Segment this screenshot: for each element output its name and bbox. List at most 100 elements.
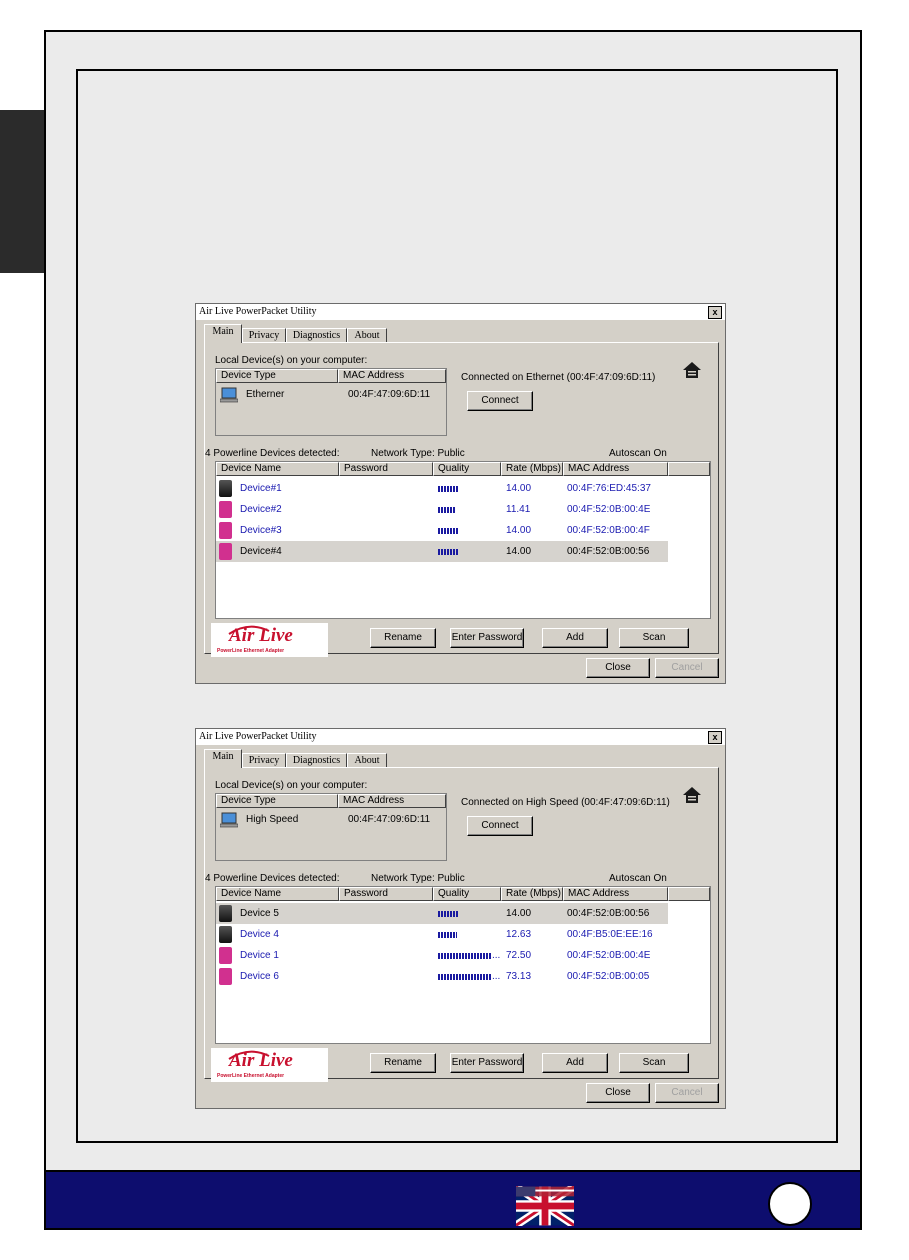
window-close-button[interactable]: x bbox=[708, 731, 722, 744]
column-mac-address[interactable]: MAC Address bbox=[563, 887, 668, 901]
add-button[interactable]: Add bbox=[542, 1053, 608, 1073]
device-row[interactable]: Device 6... 73.13 00:4F:52:0B:00:05 bbox=[216, 966, 668, 987]
enter-password-button[interactable]: Enter Password bbox=[450, 1053, 524, 1073]
pink-adapter-icon bbox=[219, 968, 232, 985]
black-adapter-icon bbox=[219, 480, 232, 497]
cancel-button[interactable]: Cancel bbox=[655, 1083, 719, 1103]
local-device-mac: 00:4F:47:09:6D:11 bbox=[348, 389, 431, 400]
column-device-type[interactable]: Device Type bbox=[216, 794, 338, 808]
black-adapter-icon bbox=[219, 926, 232, 943]
logo-brand: Air Live bbox=[229, 625, 293, 646]
column-filler bbox=[668, 462, 710, 476]
pink-adapter-icon bbox=[219, 522, 232, 539]
column-device-name[interactable]: Device Name bbox=[216, 462, 339, 476]
quality-overflow: ... bbox=[492, 950, 501, 961]
column-quality[interactable]: Quality bbox=[433, 462, 501, 476]
device-mac: 00:4F:52:0B:00:4F bbox=[567, 525, 650, 536]
quality-bar bbox=[438, 911, 458, 917]
devices-detected-label: 4 Powerline Devices detected: bbox=[205, 448, 340, 459]
cancel-button[interactable]: Cancel bbox=[655, 658, 719, 678]
device-rate: 72.50 bbox=[506, 950, 532, 961]
device-row[interactable]: Device#4 14.00 00:4F:52:0B:00:56 bbox=[216, 541, 668, 562]
rename-button[interactable]: Rename bbox=[370, 628, 436, 648]
column-filler bbox=[668, 887, 710, 901]
column-rate-mbps[interactable]: Rate (Mbps) bbox=[501, 887, 563, 901]
enter-password-button[interactable]: Enter Password bbox=[450, 628, 524, 648]
devices-detected-label: 4 Powerline Devices detected: bbox=[205, 873, 340, 884]
device-mac: 00:4F:52:0B:00:4E bbox=[567, 504, 651, 515]
close-button[interactable]: Close bbox=[586, 658, 650, 678]
logo-brand: Air Live bbox=[229, 1050, 293, 1071]
column-device-type[interactable]: Device Type bbox=[216, 369, 338, 383]
tab-privacy[interactable]: Privacy bbox=[242, 753, 286, 767]
quality-bar bbox=[438, 507, 455, 513]
tab-about[interactable]: About bbox=[347, 328, 387, 342]
local-devices-label: Local Device(s) on your computer: bbox=[215, 355, 368, 366]
tab-privacy[interactable]: Privacy bbox=[242, 328, 286, 342]
device-rate: 14.00 bbox=[506, 908, 532, 919]
powerline-device-list[interactable]: Device Name Password Quality Rate (Mbps) MAC… bbox=[215, 886, 711, 1044]
device-name: Device 5 bbox=[240, 908, 279, 919]
device-name: Device#3 bbox=[240, 525, 282, 536]
add-button[interactable]: Add bbox=[542, 628, 608, 648]
powerline-device-list[interactable]: Device Name Password Quality Rate (Mbps) MAC… bbox=[215, 461, 711, 619]
column-password[interactable]: Password bbox=[339, 462, 433, 476]
local-device-list[interactable]: Device Type MAC Address Etherner 00:4F:47:… bbox=[215, 368, 447, 436]
local-device-mac: 00:4F:47:09:6D:11 bbox=[348, 814, 431, 825]
logo-tagline: PowerLine Ethernet Adapter bbox=[217, 648, 285, 654]
column-rate-mbps[interactable]: Rate (Mbps) bbox=[501, 462, 563, 476]
quality-bar bbox=[438, 974, 491, 980]
home-network-icon bbox=[683, 787, 701, 803]
device-row[interactable]: Device#3 14.00 00:4F:52:0B:00:4F bbox=[216, 520, 668, 541]
uk-flag-icon bbox=[516, 1186, 574, 1226]
device-rate: 14.00 bbox=[506, 483, 532, 494]
tab-diagnostics[interactable]: Diagnostics bbox=[286, 328, 347, 342]
column-mac-address[interactable]: MAC Address bbox=[563, 462, 668, 476]
quality-bar bbox=[438, 953, 491, 959]
window-title: Air Live PowerPacket Utility bbox=[196, 729, 725, 745]
device-name: Device#4 bbox=[240, 546, 282, 557]
airlive-logo: Air Live PowerLine Ethernet Adapter bbox=[211, 1048, 328, 1082]
device-mac: 00:4F:52:0B:00:05 bbox=[567, 971, 650, 982]
network-type: Network Type: Public bbox=[371, 448, 465, 459]
device-rate: 14.00 bbox=[506, 546, 532, 557]
rename-button[interactable]: Rename bbox=[370, 1053, 436, 1073]
column-mac-address[interactable]: MAC Address bbox=[338, 794, 446, 808]
column-device-name[interactable]: Device Name bbox=[216, 887, 339, 901]
scan-button[interactable]: Scan bbox=[619, 628, 689, 648]
tab-main[interactable]: Main bbox=[204, 749, 242, 768]
device-mac: 00:4F:52:0B:00:4E bbox=[567, 950, 651, 961]
device-row[interactable]: Device 1... 72.50 00:4F:52:0B:00:4E bbox=[216, 945, 668, 966]
device-row[interactable]: Device 4 12.63 00:4F:B5:0E:EE:16 bbox=[216, 924, 668, 945]
computer-icon bbox=[220, 812, 238, 828]
device-rate: 12.63 bbox=[506, 929, 532, 940]
device-name: Device#2 bbox=[240, 504, 282, 515]
scan-button[interactable]: Scan bbox=[619, 1053, 689, 1073]
column-quality[interactable]: Quality bbox=[433, 887, 501, 901]
tab-diagnostics[interactable]: Diagnostics bbox=[286, 753, 347, 767]
device-row[interactable]: Device#1 14.00 00:4F:76:ED:45:37 bbox=[216, 478, 668, 499]
tab-main[interactable]: Main bbox=[204, 324, 242, 343]
column-mac-address[interactable]: MAC Address bbox=[338, 369, 446, 383]
quality-bar bbox=[438, 528, 458, 534]
device-mac: 00:4F:76:ED:45:37 bbox=[567, 483, 651, 494]
page-number bbox=[768, 1182, 812, 1226]
column-password[interactable]: Password bbox=[339, 887, 433, 901]
logo-tagline: PowerLine Ethernet Adapter bbox=[217, 1073, 285, 1079]
autoscan-status: Autoscan On bbox=[609, 448, 667, 459]
pink-adapter-icon bbox=[219, 501, 232, 518]
local-device-list[interactable]: Device Type MAC Address High Speed 00:4F:4… bbox=[215, 793, 447, 861]
autoscan-status: Autoscan On bbox=[609, 873, 667, 884]
device-row[interactable]: Device#2 11.41 00:4F:52:0B:00:4E bbox=[216, 499, 668, 520]
local-device-type: High Speed bbox=[246, 814, 299, 825]
main-tab-panel: Local Device(s) on your computer: Device … bbox=[204, 342, 719, 657]
device-rate: 11.41 bbox=[506, 504, 531, 515]
device-row[interactable]: Device 5 14.00 00:4F:52:0B:00:56 bbox=[216, 903, 668, 924]
powerpacket-utility-window: Air Live PowerPacket Utility x Main Privacy… bbox=[195, 303, 726, 684]
connect-button[interactable]: Connect bbox=[467, 816, 533, 836]
connect-button[interactable]: Connect bbox=[467, 391, 533, 411]
tab-about[interactable]: About bbox=[347, 753, 387, 767]
close-button[interactable]: Close bbox=[586, 1083, 650, 1103]
airlive-logo: Air Live PowerLine Ethernet Adapter bbox=[211, 623, 328, 657]
window-close-button[interactable]: x bbox=[708, 306, 722, 319]
